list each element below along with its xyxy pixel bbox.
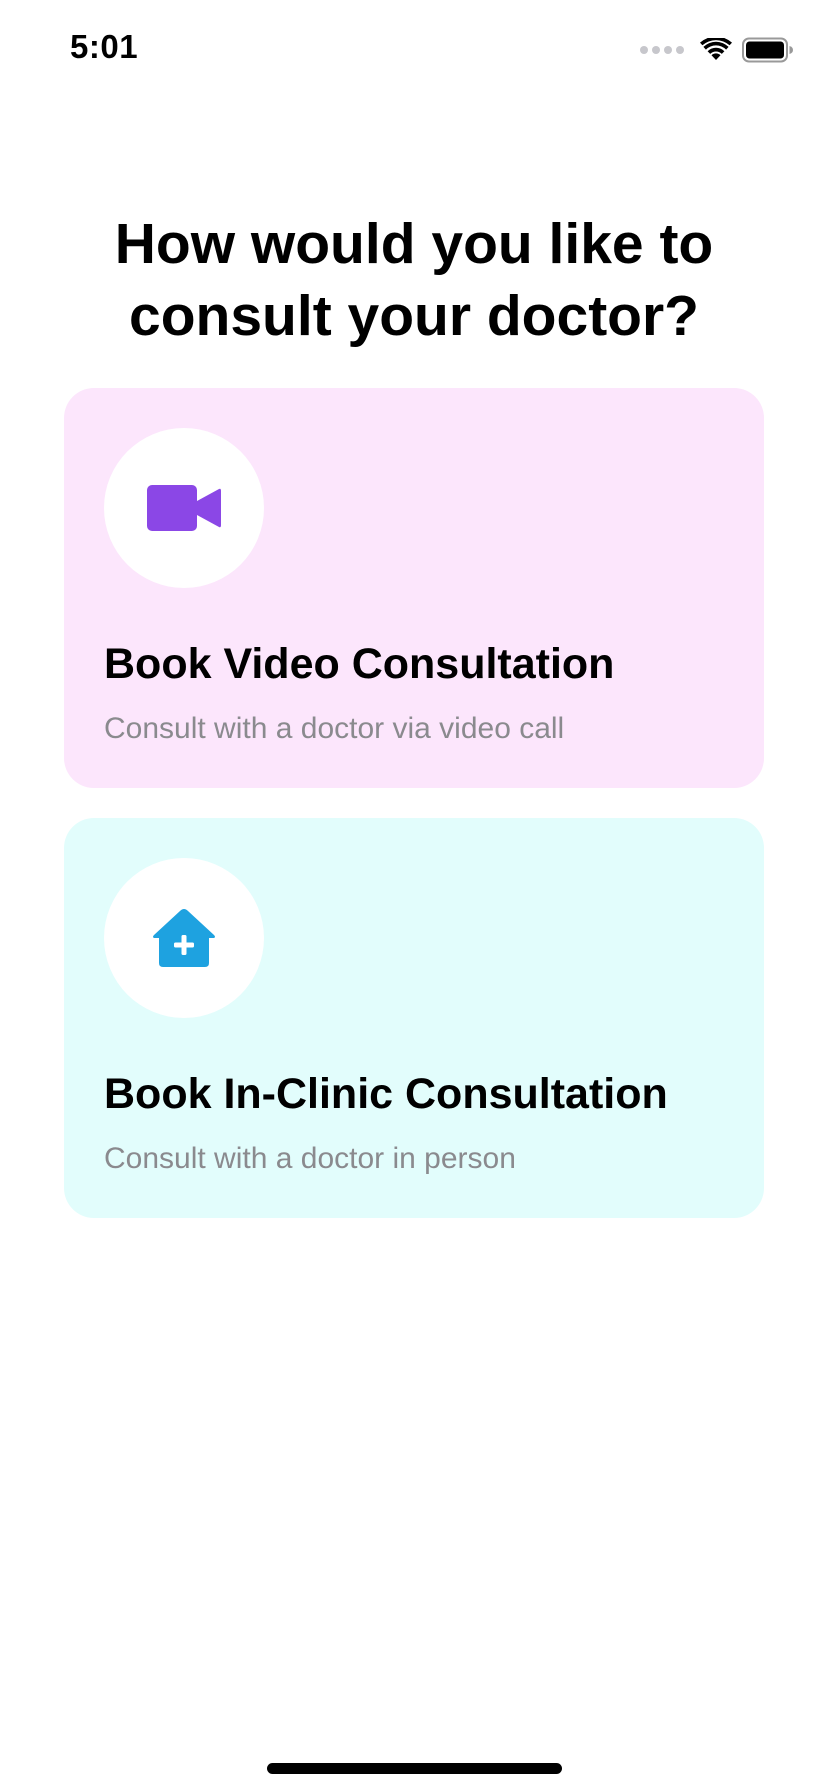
status-time: 5:01: [70, 28, 139, 65]
video-icon-circle: [104, 428, 264, 588]
in-clinic-consultation-subtitle: Consult with a doctor in person: [104, 1142, 516, 1175]
battery-icon: [742, 37, 793, 63]
clinic-icon-circle: [104, 858, 264, 1018]
home-indicator[interactable]: [267, 1763, 562, 1774]
cellular-signal-icon: [640, 46, 684, 54]
video-camera-icon: [147, 485, 221, 531]
video-consultation-subtitle: Consult with a doctor via video call: [104, 712, 565, 745]
clinic-house-icon: [153, 909, 215, 967]
status-bar: 5:01: [0, 0, 828, 100]
wifi-icon: [700, 38, 732, 60]
in-clinic-consultation-card[interactable]: Book In-Clinic Consultation Consult with…: [64, 818, 764, 1218]
in-clinic-consultation-title: Book In-Clinic Consultation: [104, 1070, 668, 1118]
video-consultation-card[interactable]: Book Video Consultation Consult with a d…: [64, 388, 764, 788]
page-title: How would you like to consult your docto…: [114, 212, 714, 348]
status-icons: [640, 36, 794, 64]
video-consultation-title: Book Video Consultation: [104, 640, 615, 688]
